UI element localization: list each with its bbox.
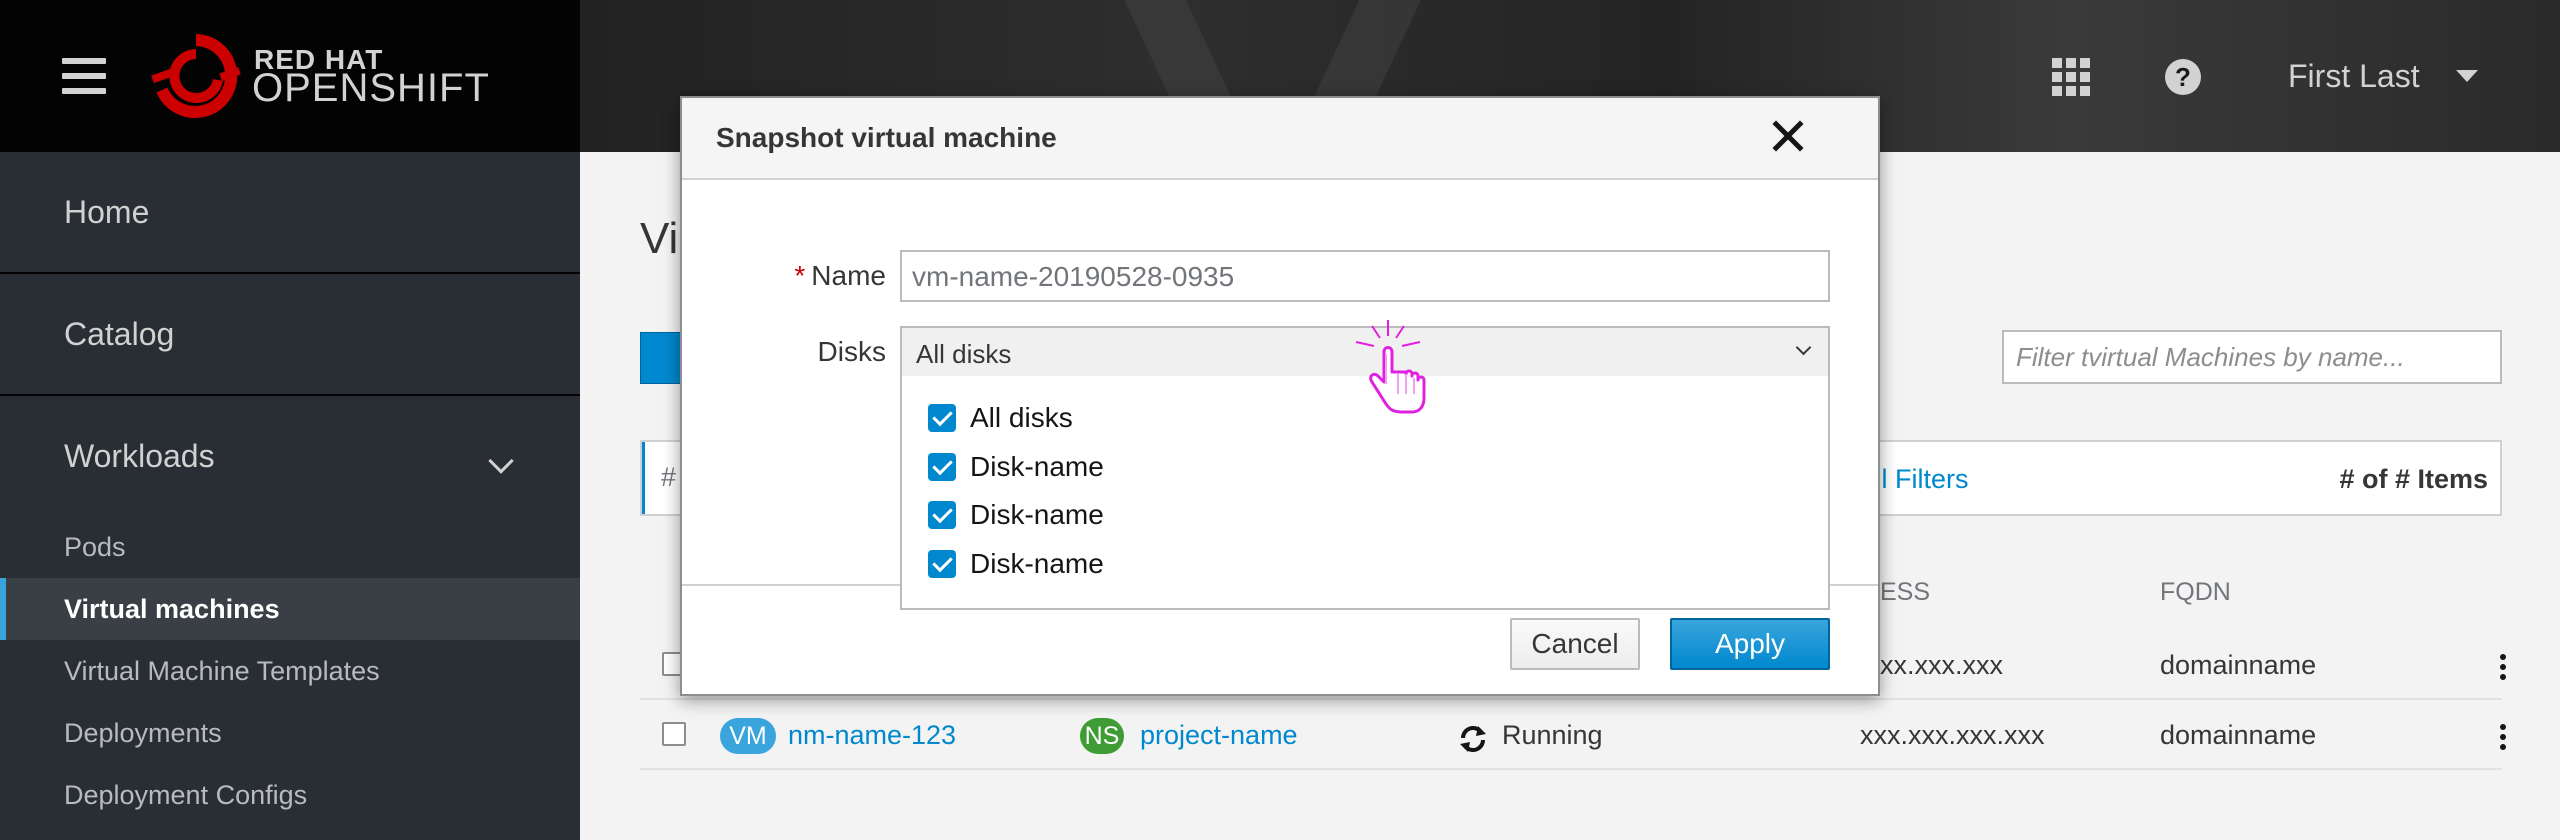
user-menu[interactable]: First Last [2288, 58, 2420, 95]
chevron-down-icon[interactable] [488, 448, 514, 474]
ns-badge: NS [1080, 718, 1124, 754]
row-address: xxx.xxx.xxx.xxx [1860, 720, 2045, 750]
sidebar-item-deployment-configs[interactable]: Deployment Configs [0, 764, 580, 826]
pointer-hand-icon [1355, 320, 1426, 414]
disk-option-label: Disk-name [970, 548, 1104, 579]
close-icon[interactable] [1768, 116, 1808, 156]
sidebar-item-label: Workloads [64, 438, 215, 474]
app-launcher-icon[interactable] [2052, 58, 2090, 96]
disk-option[interactable]: Disk-name [928, 449, 1528, 489]
help-icon[interactable]: ? [2164, 58, 2202, 96]
disk-option-label: Disk-name [970, 499, 1104, 530]
sidebar-item-label: Deployment Configs [64, 780, 308, 810]
sidebar: Home Catalog Workloads Pods Virtual mach… [0, 152, 580, 840]
filter-input[interactable]: Filter tvirtual Machines by name... [2002, 330, 2502, 384]
menu-icon[interactable] [62, 58, 106, 94]
vm-name-link[interactable]: nm-name-123 [788, 720, 956, 751]
brand-line2: OPENSHIFT [252, 66, 490, 110]
project-link[interactable]: project-name [1140, 720, 1298, 751]
row-status: Running [1502, 720, 1603, 750]
kebab-icon[interactable] [2500, 654, 2506, 684]
sidebar-item-deployments[interactable]: Deployments [0, 702, 580, 764]
filter-type-select[interactable]: # [642, 442, 682, 514]
disk-option-label: Disk-name [970, 451, 1104, 482]
openshift-logo-mark-icon [151, 34, 241, 118]
page-title: Vi [640, 214, 679, 263]
row-fqdn: domainname [2160, 650, 2317, 680]
sidebar-item-pods[interactable]: Pods [0, 516, 580, 578]
sidebar-item-virtual-machine-templates[interactable]: Virtual Machine Templates [0, 640, 580, 702]
table-row: VM nm-name-123 NS project-name Running x… [640, 700, 2506, 770]
disk-option[interactable]: Disk-name [928, 497, 1528, 537]
svg-text:?: ? [2175, 62, 2191, 92]
sidebar-item-label: Virtual Machine Templates [64, 656, 380, 686]
sidebar-item-label: Home [64, 194, 150, 230]
disks-label: Disks [817, 336, 886, 367]
cancel-button[interactable]: Cancel [1510, 618, 1640, 670]
column-header-address[interactable]: ESS [1880, 578, 1930, 607]
checkbox-checked-icon[interactable] [928, 404, 956, 432]
sidebar-item-virtual-machines[interactable]: Virtual machines [0, 578, 580, 640]
row-address: xx.xxx.xxx [1880, 650, 2004, 680]
sidebar-item-label: Pods [64, 532, 126, 562]
sidebar-item-label: Catalog [64, 316, 175, 352]
disk-option-label: All disks [970, 402, 1073, 433]
name-label: * Name [786, 260, 886, 292]
name-label-text: Name [811, 260, 886, 291]
modal-header: Snapshot virtual machine [682, 98, 1878, 180]
sidebar-item-home[interactable]: Home [0, 152, 580, 274]
disk-option[interactable]: Disk-name [928, 546, 1528, 586]
items-count: # of # Items [2339, 464, 2488, 494]
kebab-icon[interactable] [2500, 724, 2506, 754]
caret-down-icon[interactable] [2456, 70, 2478, 82]
required-marker: * [794, 260, 806, 291]
sidebar-item-catalog[interactable]: Catalog [0, 274, 580, 396]
modal-title: Snapshot virtual machine [716, 122, 1057, 153]
apply-button[interactable]: Apply [1670, 618, 1830, 670]
row-checkbox[interactable] [662, 722, 686, 746]
openshift-logo[interactable]: RED HAT OPENSHIFT [150, 32, 490, 120]
filter-type-label: # [661, 462, 677, 492]
sidebar-item-label: Deployments [64, 718, 222, 748]
column-header-fqdn[interactable]: FQDN [2160, 578, 2231, 607]
snapshot-modal: Snapshot virtual machine * Name vm-name-2… [680, 96, 1880, 696]
vm-badge: VM [720, 718, 776, 754]
row-fqdn: domainname [2160, 720, 2317, 750]
checkbox-checked-icon[interactable] [928, 550, 956, 578]
snapshot-name-input[interactable]: vm-name-20190528-0935 [900, 250, 1830, 302]
sync-icon [1460, 726, 1486, 752]
sidebar-item-workloads[interactable]: Workloads [0, 396, 580, 506]
sidebar-item-label: Virtual machines [64, 594, 280, 624]
checkbox-checked-icon[interactable] [928, 501, 956, 529]
checkbox-checked-icon[interactable] [928, 453, 956, 481]
